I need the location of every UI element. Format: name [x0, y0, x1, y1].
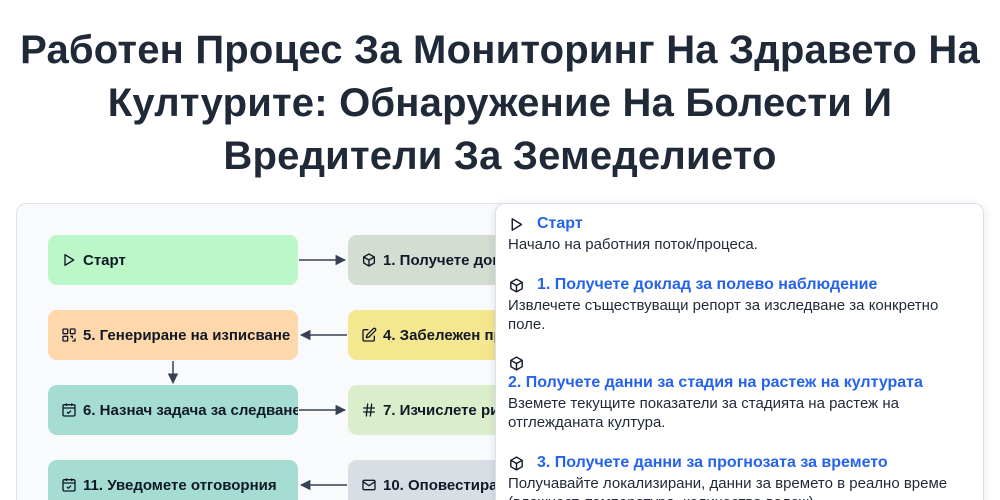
details-panel[interactable]: Старт Начало на работния поток/процеса. …: [495, 203, 984, 500]
qr-icon: [62, 328, 76, 342]
cube-icon: [510, 455, 523, 471]
entry-description: Вземете текущите показатели за стадията …: [508, 395, 899, 431]
panel-entry-3: 3. Получете данни за прогнозата за време…: [508, 453, 971, 500]
entry-title[interactable]: 2. Получете данни за стадия на растеж на…: [508, 355, 971, 393]
panel-entry-start: Старт Начало на работния поток/процеса.: [508, 214, 971, 254]
entry-title[interactable]: Старт: [508, 214, 971, 234]
hash-icon: [363, 403, 375, 417]
page-title: Работен Процес За Мониторинг На Здравето…: [20, 28, 980, 178]
node-label: 5. Генериране на изписване: [83, 326, 291, 344]
entry-title-text: Старт: [537, 215, 583, 232]
panel-entry-2: 2. Получете данни за стадия на растеж на…: [508, 355, 971, 432]
mail-icon: [362, 479, 376, 491]
node-label: 6. Назнач задача за следване: [83, 401, 298, 419]
edit-icon: [362, 327, 377, 342]
node-6-assign-task[interactable]: 6. Назнач задача за следване: [48, 385, 298, 435]
calendar-check-icon: [62, 478, 76, 492]
entry-title[interactable]: 1. Получете доклад за полево наблюдение: [508, 275, 971, 295]
entry-title-text: 2. Получете данни за стадия на растеж на…: [508, 374, 923, 391]
entry-title[interactable]: 3. Получете данни за прогнозата за време…: [508, 453, 971, 473]
entry-description: Получавайте локализирани, данни за време…: [508, 475, 948, 500]
node-label: 11. Уведомете отговорния: [83, 476, 277, 494]
workflow-canvas: Старт 1. Получете доклад за полево наблю…: [16, 203, 598, 500]
node-start[interactable]: Старт: [48, 235, 298, 285]
entry-description: Извлечете съществуващи репорт за изследв…: [508, 297, 939, 333]
cube-icon: [363, 253, 375, 267]
entry-title-text: 1. Получете доклад за полево наблюдение: [537, 276, 878, 293]
calendar-check-icon: [62, 403, 76, 417]
play-icon: [511, 217, 523, 231]
entry-title-text: 3. Получете данни за прогнозата за време…: [537, 454, 888, 471]
play-icon: [64, 254, 75, 266]
node-5-generate[interactable]: 5. Генериране на изписване: [48, 310, 298, 360]
cube-icon: [510, 356, 523, 371]
entry-description: Начало на работния поток/процеса.: [508, 236, 758, 253]
cube-icon: [510, 277, 523, 293]
node-11-notify-responsible[interactable]: 11. Уведомете отговорния: [48, 460, 298, 500]
node-label: Старт: [83, 251, 126, 269]
panel-entry-1: 1. Получете доклад за полево наблюдение …: [508, 275, 971, 334]
